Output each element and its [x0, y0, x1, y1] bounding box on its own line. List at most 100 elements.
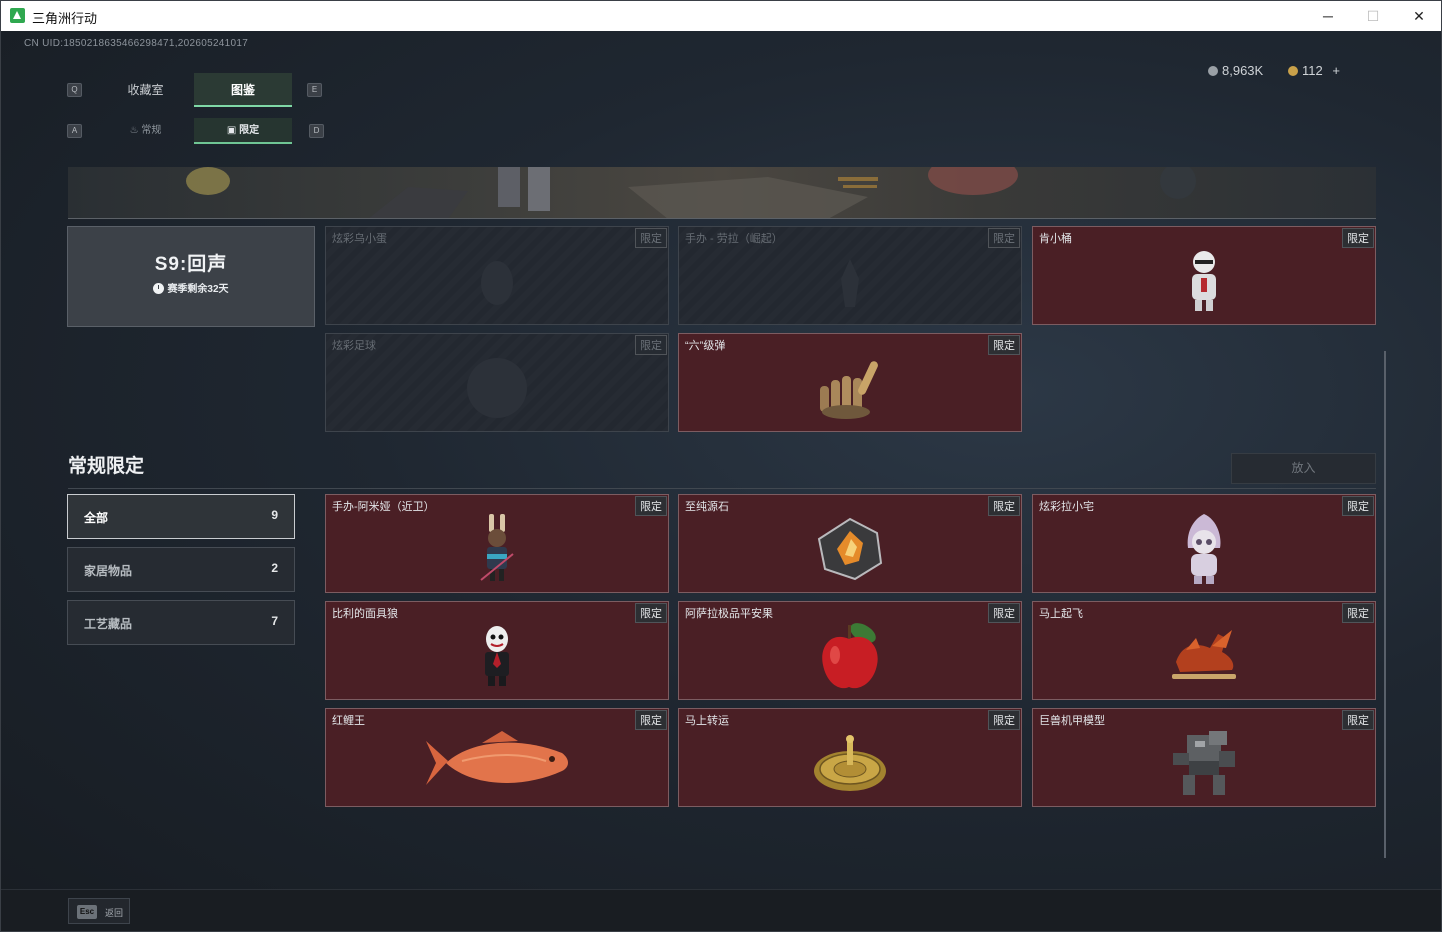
- item-name: 至纯源石: [685, 501, 729, 513]
- item-name: 马上起飞: [1039, 608, 1083, 620]
- filter-all[interactable]: 全部 9: [67, 494, 295, 539]
- section-divider: [68, 488, 1376, 489]
- item-card[interactable]: 阿萨拉极品平安果 限定: [678, 601, 1022, 700]
- item-name: 炫彩拉小宅: [1039, 501, 1094, 513]
- limited-badge: 限定: [635, 228, 667, 248]
- season-remaining: 赛季剩余32天: [68, 280, 314, 295]
- limited-badge: 限定: [1342, 228, 1374, 248]
- picture-icon: ▣: [226, 125, 240, 136]
- limited-badge: 限定: [1342, 710, 1374, 730]
- subtab-limited-label: 限定: [239, 125, 260, 136]
- back-label: 返回: [105, 908, 124, 918]
- filter-home-items[interactable]: 家居物品 2: [67, 547, 295, 592]
- silhouette-icon: [841, 259, 859, 307]
- subtab-regular[interactable]: ♨ 常规: [97, 118, 194, 144]
- close-button[interactable]: ✕: [1396, 1, 1441, 31]
- filter-label: 工艺藏品: [84, 617, 133, 631]
- mech-icon: [1173, 731, 1235, 795]
- item-name: 肯小桶: [1039, 233, 1072, 245]
- item-card[interactable]: 巨兽机甲模型 限定: [1032, 708, 1376, 807]
- item-card[interactable]: 红鲤王 限定: [325, 708, 669, 807]
- item-name: 红鲤王: [332, 715, 365, 727]
- filter-count: 2: [271, 561, 278, 575]
- gold-coin-icon: [1288, 66, 1298, 76]
- app-window: 三角洲行动 ─ ☐ ✕ CN UID:1850218635466298471,2…: [0, 0, 1442, 932]
- item-card[interactable]: 手办 - 劳拉（崛起） 限定: [678, 226, 1022, 325]
- maximize-button[interactable]: ☐: [1350, 1, 1396, 31]
- tab-collection-room[interactable]: 收藏室: [97, 73, 194, 107]
- season-info-panel: S9:回声 赛季剩余32天: [67, 226, 315, 327]
- item-card[interactable]: 马上起飞 限定: [1032, 601, 1376, 700]
- item-card[interactable]: “六”级弹 限定: [678, 333, 1022, 432]
- figure-icon: [1192, 251, 1216, 311]
- app-logo-icon: [10, 8, 25, 23]
- subtab-regular-label: 常规: [141, 125, 162, 136]
- season-title: S9:回声: [154, 254, 228, 275]
- filter-count: 7: [271, 614, 278, 628]
- item-name: 炫彩足球: [332, 340, 376, 352]
- figure-icon: [485, 626, 509, 686]
- figure-icon: [480, 514, 514, 581]
- tab-codex[interactable]: 图鉴: [194, 73, 292, 107]
- limited-badge: 限定: [1342, 603, 1374, 623]
- item-card[interactable]: 比利的面具狼 限定: [325, 601, 669, 700]
- put-in-button[interactable]: 放入: [1231, 453, 1376, 484]
- add-currency-button[interactable]: +: [1332, 63, 1340, 78]
- bullet-hand-icon: [820, 361, 878, 419]
- clock-icon: [153, 283, 165, 294]
- item-name: “六”级弹: [685, 340, 726, 352]
- silhouette-icon: [467, 358, 527, 418]
- footer-bar: Esc 返回: [1, 889, 1441, 931]
- coins-value: 8,963K: [1222, 63, 1264, 78]
- item-card[interactable]: 炫彩足球 限定: [325, 333, 669, 432]
- section-title: 常规限定: [68, 456, 145, 477]
- filter-crafts[interactable]: 工艺藏品 7: [67, 600, 295, 645]
- carp-icon: [426, 731, 568, 785]
- limited-badge: 限定: [1342, 496, 1374, 516]
- limited-badge: 限定: [988, 710, 1020, 730]
- limited-badge: 限定: [988, 496, 1020, 516]
- limited-badge: 限定: [635, 603, 667, 623]
- subtab-limited[interactable]: ▣ 限定: [194, 118, 292, 144]
- item-card[interactable]: 至纯源石 限定: [678, 494, 1022, 593]
- item-name: 炫彩乌小蛋: [332, 233, 387, 245]
- flame-icon: ♨: [129, 125, 142, 136]
- apple-icon: [822, 623, 878, 689]
- main-stage: CN UID:1850218635466298471,202605241017 …: [1, 31, 1441, 931]
- limited-badge: 限定: [635, 710, 667, 730]
- back-button[interactable]: Esc 返回: [68, 898, 130, 924]
- item-card[interactable]: 炫彩拉小宅 限定: [1032, 494, 1376, 593]
- compass-icon: [814, 735, 886, 791]
- filter-label: 全部: [84, 511, 109, 525]
- limited-badge: 限定: [635, 496, 667, 516]
- horse-icon: [1172, 630, 1236, 679]
- limited-badge: 限定: [988, 335, 1020, 355]
- gold-display: 112 +: [1288, 63, 1340, 78]
- esc-key-hint: Esc: [77, 905, 97, 919]
- key-hint-e: E: [307, 83, 322, 97]
- key-hint-q: Q: [67, 83, 82, 97]
- limited-badge: 限定: [635, 335, 667, 355]
- item-card[interactable]: 手办-阿米娅（近卫） 限定: [325, 494, 669, 593]
- figure-icon: [1187, 514, 1221, 584]
- silver-coin-icon: [1208, 66, 1218, 76]
- item-card[interactable]: 肯小桶 限定: [1032, 226, 1376, 325]
- limited-badge: 限定: [988, 228, 1020, 248]
- item-name: 阿萨拉极品平安果: [685, 608, 773, 620]
- season-banner-image: [68, 167, 1376, 219]
- item-name: 手办 - 劳拉（崛起）: [685, 233, 783, 245]
- item-card[interactable]: 马上转运 限定: [678, 708, 1022, 807]
- filter-count: 9: [271, 508, 278, 522]
- key-hint-a: A: [67, 124, 82, 138]
- scrollbar[interactable]: [1384, 351, 1386, 858]
- window-title: 三角洲行动: [32, 11, 98, 26]
- season-remaining-text: 赛季剩余32天: [167, 284, 229, 295]
- gold-value: 112: [1302, 63, 1323, 78]
- silhouette-icon: [481, 261, 513, 305]
- originium-icon: [817, 517, 883, 581]
- item-card[interactable]: 炫彩乌小蛋 限定: [325, 226, 669, 325]
- limited-badge: 限定: [988, 603, 1020, 623]
- item-name: 马上转运: [685, 715, 729, 727]
- key-hint-d: D: [309, 124, 324, 138]
- minimize-button[interactable]: ─: [1305, 1, 1351, 31]
